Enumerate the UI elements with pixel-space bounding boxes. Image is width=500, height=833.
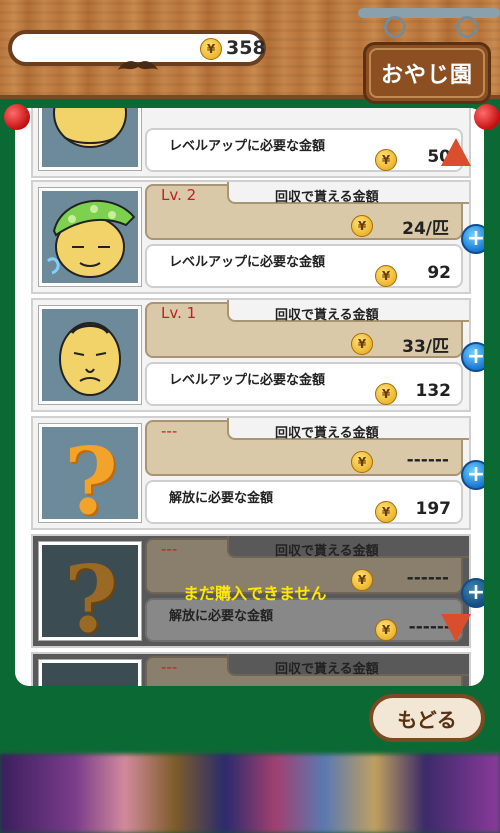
old-man-face-icon bbox=[38, 305, 142, 405]
bald-head-icon bbox=[38, 108, 142, 171]
earn-value: ------ bbox=[406, 450, 449, 470]
scroll-down-arrow-icon[interactable] bbox=[441, 614, 471, 642]
level-label: --- bbox=[161, 540, 178, 558]
question-mark-icon bbox=[38, 659, 142, 686]
earn-tab: --- 回収で貰える金額 bbox=[145, 654, 469, 686]
unlock-button[interactable]: + bbox=[461, 578, 484, 608]
cost-box: 解放に必要な金額 ¥ 197 bbox=[145, 480, 463, 524]
earn-tab: Lv. 2 回収で貰える金額 ¥ 24/匹 bbox=[145, 182, 469, 242]
question-mark-icon: ? bbox=[38, 423, 142, 523]
upgrade-panel: レベルアップに必要な金額 ¥ 50 Lv. 2 回収で貰える金額 ¥ 24/匹 bbox=[15, 108, 484, 686]
cost-label: レベルアップに必要な金額 bbox=[169, 255, 326, 270]
coin-count: 358 bbox=[226, 37, 266, 59]
cost-value: 197 bbox=[415, 499, 452, 519]
yen-coin-icon: ¥ bbox=[375, 265, 397, 287]
list-item: --- 回収で貰える金額 bbox=[31, 652, 471, 686]
list-item: ? --- 回収で貰える金額 ¥ ------ 解放に必要な金額 ¥ 197 + bbox=[31, 416, 484, 530]
scroll-up-arrow-icon[interactable] bbox=[441, 138, 471, 166]
list-item: Lv. 1 回収で貰える金額 ¥ 33/匹 レベルアップに必要な金額 ¥ 132… bbox=[31, 298, 484, 412]
earn-value: 33/匹 bbox=[402, 337, 449, 357]
ad-banner[interactable] bbox=[0, 754, 500, 833]
cost-label: 解放に必要な金額 bbox=[169, 609, 274, 624]
cost-label: レベルアップに必要な金額 bbox=[169, 373, 326, 388]
earn-value: ------ bbox=[406, 568, 449, 588]
list-item: Lv. 2 回収で貰える金額 ¥ 24/匹 レベルアップに必要な金額 ¥ 92 … bbox=[31, 180, 484, 294]
list-item: レベルアップに必要な金額 ¥ 50 bbox=[31, 108, 471, 178]
yen-coin-icon: ¥ bbox=[375, 501, 397, 523]
yen-coin-icon: ¥ bbox=[351, 451, 373, 473]
earn-tab: --- 回収で貰える金額 ¥ ------ bbox=[145, 418, 469, 478]
cost-box: レベルアップに必要な金額 ¥ 50 bbox=[145, 128, 463, 172]
red-pin-icon bbox=[474, 104, 500, 130]
level-label: Lv. 2 bbox=[161, 186, 197, 204]
question-mark-icon: ? bbox=[38, 541, 142, 641]
earn-value: 24/匹 bbox=[402, 219, 449, 239]
unlock-button[interactable]: + bbox=[461, 460, 484, 490]
yen-coin-icon: ¥ bbox=[351, 215, 373, 237]
yen-coin-icon: ¥ bbox=[351, 569, 373, 591]
earn-tab: Lv. 1 回収で貰える金額 ¥ 33/匹 bbox=[145, 300, 469, 360]
level-label: --- bbox=[161, 658, 178, 676]
cost-label: 解放に必要な金額 bbox=[169, 491, 274, 506]
earn-label: 回収で貰える金額 bbox=[275, 190, 379, 205]
back-button[interactable]: もどる bbox=[369, 694, 485, 742]
cost-box: レベルアップに必要な金額 ¥ 132 bbox=[145, 362, 463, 406]
cost-box: 解放に必要な金額 ¥ ------ bbox=[145, 598, 463, 642]
yen-coin-icon: ¥ bbox=[200, 38, 222, 60]
earn-label: 回収で貰える金額 bbox=[275, 308, 379, 323]
cost-box: レベルアップに必要な金額 ¥ 92 bbox=[145, 244, 463, 288]
yen-coin-icon: ¥ bbox=[375, 619, 397, 641]
level-label: --- bbox=[161, 422, 178, 440]
sign-hanger-bar bbox=[358, 8, 500, 18]
level-up-button[interactable]: + bbox=[461, 342, 484, 372]
cost-value: 132 bbox=[415, 381, 452, 401]
level-label: Lv. 1 bbox=[161, 304, 197, 322]
sleepy-man-nightcap-icon bbox=[38, 187, 142, 287]
yen-coin-icon: ¥ bbox=[375, 383, 397, 405]
mustache-icon bbox=[118, 61, 158, 70]
earn-label: 回収で貰える金額 bbox=[275, 544, 379, 559]
cost-label: レベルアップに必要な金額 bbox=[169, 139, 326, 154]
garden-sign-button[interactable]: おやじ園 bbox=[363, 42, 491, 104]
level-up-button[interactable]: + bbox=[461, 224, 484, 254]
hanger-ring-icon bbox=[456, 16, 478, 38]
earn-label: 回収で貰える金額 bbox=[275, 662, 379, 677]
earn-label: 回収で貰える金額 bbox=[275, 426, 379, 441]
yen-coin-icon: ¥ bbox=[351, 333, 373, 355]
red-pin-icon bbox=[4, 104, 30, 130]
sign-title: おやじ園 bbox=[369, 48, 485, 98]
list-item: ? --- 回収で貰える金額 ¥ ------ 解放に必要な金額 ¥ -----… bbox=[31, 534, 484, 648]
hanger-ring-icon bbox=[384, 16, 406, 38]
locked-message: まだ購入できません bbox=[183, 584, 327, 603]
yen-coin-icon: ¥ bbox=[375, 149, 397, 171]
cost-value: 92 bbox=[427, 263, 451, 283]
